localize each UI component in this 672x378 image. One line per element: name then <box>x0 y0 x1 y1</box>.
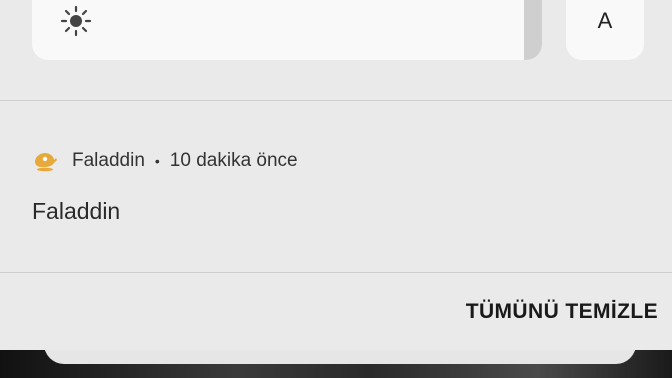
brightness-slider[interactable] <box>32 0 542 60</box>
notification-header: Faladdin • 10 dakika önce <box>32 148 298 174</box>
lamp-icon <box>35 153 57 172</box>
notification-time: 10 dakika önce <box>169 150 298 171</box>
app-name: Faladdin <box>72 150 145 171</box>
auto-brightness-button[interactable]: A <box>566 0 644 60</box>
divider <box>0 100 672 101</box>
divider <box>0 272 672 273</box>
sun-icon <box>60 5 92 37</box>
slider-track-edge <box>524 0 542 60</box>
auto-brightness-label: A <box>597 8 613 33</box>
notification-title[interactable]: Faladdin <box>32 198 120 225</box>
wallpaper-strip <box>0 350 672 378</box>
panel-bottom-edge <box>44 350 636 364</box>
notification-panel: A Faladdin • 10 dakika önce Faladdin TÜM… <box>0 0 672 350</box>
separator-dot: • <box>154 153 160 169</box>
clear-all-button[interactable]: TÜMÜNÜ TEMİZLE <box>466 300 658 324</box>
